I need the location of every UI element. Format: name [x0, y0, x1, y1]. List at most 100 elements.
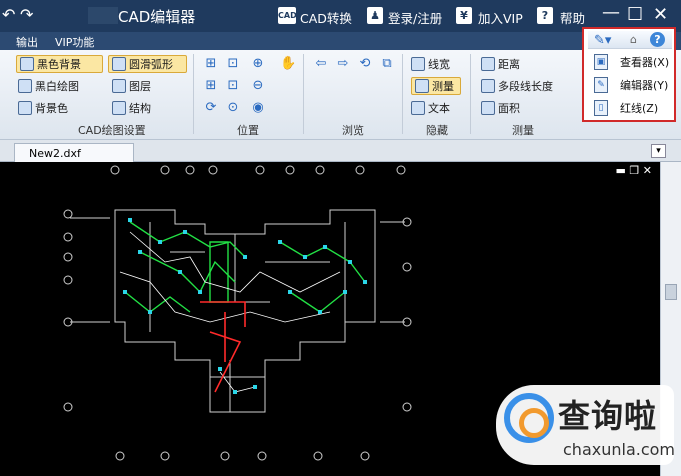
- polyline-length-icon: [481, 79, 495, 93]
- menu-bar: 输出 VIP功能: [0, 32, 681, 50]
- bw-drawing-button[interactable]: 黑白绘图: [18, 77, 79, 95]
- tab-list-dropdown[interactable]: ▾: [651, 144, 666, 158]
- login-button[interactable]: 登录/注册: [388, 8, 442, 27]
- title-bar: ↶ ↷ CAD编辑器 CAD CAD转换 ♟ 登录/注册 ¥ 加入VIP ? 帮…: [0, 0, 681, 32]
- dropdown-header: ✎▾ ⌂ ?: [588, 31, 672, 49]
- watermark-url: chaxunla.com: [563, 440, 675, 459]
- menu-item-viewer[interactable]: ▣ 查看器(X): [588, 52, 672, 72]
- menu-vip[interactable]: VIP功能: [55, 34, 94, 50]
- position-group-label: 位置: [237, 124, 259, 137]
- zoom-out-icon[interactable]: ⊖: [250, 78, 266, 94]
- black-background-icon: [20, 57, 34, 71]
- redo-icon[interactable]: ↷: [20, 5, 33, 24]
- home-icon[interactable]: ⌂: [630, 33, 637, 46]
- background-color-label: 背景色: [35, 102, 68, 115]
- menu-item-editor[interactable]: ✎ 编辑器(Y): [588, 75, 672, 95]
- background-color-icon: [18, 101, 32, 115]
- undo-icon[interactable]: ↶: [2, 5, 15, 24]
- smooth-arc-icon: [112, 57, 126, 71]
- arrow-left-icon[interactable]: ⇦: [313, 56, 329, 72]
- text-button[interactable]: 文本: [411, 99, 450, 117]
- measure-icon: [415, 79, 429, 93]
- user-icon[interactable]: ♟: [367, 7, 383, 24]
- layers-label: 图层: [129, 80, 151, 93]
- blurred-logo: [88, 7, 118, 24]
- floor-plan-walls: [63, 165, 412, 461]
- copy-icon[interactable]: ⧉: [379, 56, 395, 72]
- mode-switch-icon[interactable]: ✎▾: [594, 33, 611, 48]
- measure-toggle-button[interactable]: 测量: [411, 77, 461, 95]
- help-button[interactable]: 帮助: [560, 8, 585, 27]
- mode-dropdown-menu: ✎▾ ⌂ ? ▣ 查看器(X) ✎ 编辑器(Y) ▯ 红线(Z): [582, 27, 676, 122]
- structure-button[interactable]: 结构: [112, 99, 151, 117]
- text-label: 文本: [428, 102, 450, 115]
- smooth-arc-label: 圆滑弧形: [129, 58, 173, 71]
- cad-editor-window: ↶ ↷ CAD编辑器 CAD CAD转换 ♟ 登录/注册 ¥ 加入VIP ? 帮…: [0, 0, 681, 476]
- vip-icon[interactable]: ¥: [456, 7, 472, 24]
- cad-convert-icon[interactable]: CAD: [278, 7, 297, 24]
- help-circle-icon[interactable]: ?: [650, 32, 665, 47]
- bw-drawing-label: 黑白绘图: [35, 80, 79, 93]
- area-button[interactable]: 面积: [481, 99, 520, 117]
- area-label: 面积: [498, 102, 520, 115]
- zoom-previous-icon[interactable]: ⊙: [225, 100, 241, 116]
- measure-group-label: 测量: [512, 124, 534, 137]
- fit-icon[interactable]: ⊞: [203, 78, 219, 94]
- group-divider: [193, 54, 194, 134]
- bw-drawing-icon: [18, 79, 32, 93]
- ribbon: 黑色背景 圆滑弧形 黑白绘图 图层 背景色 结构 CAD绘图设置 ⊞ ⊡ ⊕ ✋…: [0, 50, 681, 140]
- area-icon: [481, 101, 495, 115]
- close-button[interactable]: ✕: [653, 4, 668, 25]
- redline-icon: ▯: [594, 100, 608, 116]
- background-color-button[interactable]: 背景色: [18, 99, 68, 117]
- group-divider: [470, 54, 471, 134]
- zoom-window-icon[interactable]: ⊡: [225, 56, 241, 72]
- menu-output[interactable]: 输出: [16, 34, 38, 50]
- pan-icon[interactable]: ⊞: [203, 56, 219, 72]
- cad-convert-button[interactable]: CAD转换: [300, 8, 352, 27]
- wiring-green: [124, 221, 366, 313]
- measure-label: 测量: [432, 80, 454, 93]
- maximize-button[interactable]: ☐: [627, 4, 643, 25]
- zoom-realtime-icon[interactable]: ◉: [250, 100, 266, 116]
- hide-group-label: 隐藏: [426, 124, 448, 137]
- distance-label: 距离: [498, 58, 520, 71]
- watermark: 查询啦 chaxunla.com: [496, 385, 675, 465]
- line-width-label: 线宽: [428, 58, 450, 71]
- watermark-brand: 查询啦: [558, 397, 658, 435]
- smooth-arc-button[interactable]: 圆滑弧形: [108, 55, 187, 73]
- black-background-label: 黑色背景: [37, 58, 81, 71]
- app-title: CAD编辑器: [118, 8, 196, 26]
- layers-button[interactable]: 图层: [112, 77, 151, 95]
- tab-new2[interactable]: New2.dxf: [14, 143, 134, 162]
- black-background-button[interactable]: 黑色背景: [16, 55, 103, 73]
- distance-button[interactable]: 距离: [481, 55, 520, 73]
- document-tab-bar: New2.dxf ▾: [0, 140, 681, 162]
- rotate-icon[interactable]: ⟳: [203, 100, 219, 116]
- help-icon[interactable]: ?: [537, 7, 553, 24]
- canvas-window-controls[interactable]: ▬ ❐ ✕: [616, 164, 652, 177]
- zoom-in-icon[interactable]: ⊕: [250, 56, 266, 72]
- cad-settings-group-label: CAD绘图设置: [78, 124, 146, 137]
- arrow-right-icon[interactable]: ⇨: [335, 56, 351, 72]
- polyline-length-button[interactable]: 多段线长度: [481, 77, 553, 95]
- line-width-button[interactable]: 线宽: [411, 55, 450, 73]
- hand-icon[interactable]: ✋: [280, 56, 296, 72]
- distance-icon: [481, 57, 495, 71]
- viewer-label: 查看器(X): [620, 56, 670, 69]
- redline-label: 红线(Z): [620, 102, 659, 115]
- minimize-button[interactable]: —: [602, 2, 620, 23]
- text-icon: [411, 101, 425, 115]
- watermark-logo: [504, 393, 554, 443]
- vip-button[interactable]: 加入VIP: [478, 8, 523, 27]
- menu-item-redline[interactable]: ▯ 红线(Z): [588, 98, 672, 118]
- line-width-icon: [411, 57, 425, 71]
- editor-icon: ✎: [594, 77, 608, 93]
- polyline-length-label: 多段线长度: [498, 80, 553, 93]
- zoom-extents-icon[interactable]: ⊡: [225, 78, 241, 94]
- refresh-icon[interactable]: ⟲: [357, 56, 373, 72]
- scrollbar-thumb[interactable]: [665, 284, 677, 300]
- layers-icon: [112, 79, 126, 93]
- browse-group-label: 浏览: [342, 124, 364, 137]
- viewer-icon: ▣: [594, 54, 608, 70]
